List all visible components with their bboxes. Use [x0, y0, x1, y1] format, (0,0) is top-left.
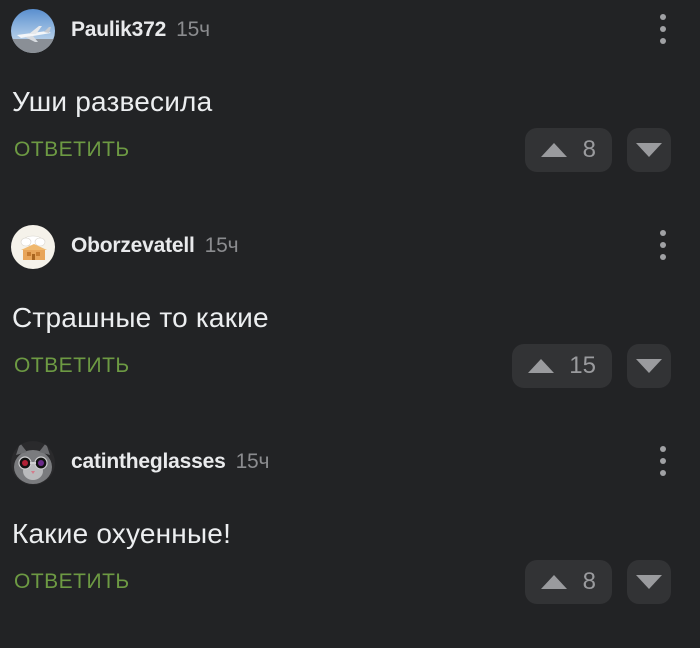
reply-button[interactable]: ОТВЕТИТЬ [14, 352, 130, 380]
username-text[interactable]: Paulik372 [71, 18, 166, 41]
reply-button[interactable]: ОТВЕТИТЬ [14, 136, 130, 164]
comment-text: Какие охуенные! [12, 518, 232, 549]
comment-text: Страшные то какие [12, 302, 269, 333]
arrow-down-icon [636, 575, 662, 589]
comment-text: Уши развесила [12, 86, 213, 117]
comment-time: 15ч [176, 18, 210, 41]
arrow-up-icon [541, 575, 567, 589]
more-options-icon[interactable] [652, 444, 674, 478]
comment-time: 15ч [235, 450, 270, 473]
more-options-icon[interactable] [652, 12, 674, 46]
username-text[interactable]: Oborzevatell [71, 234, 195, 257]
username[interactable]: catintheglasses 15ч [71, 448, 269, 476]
username[interactable]: Paulik372 15ч [71, 16, 210, 44]
arrow-up-icon [528, 359, 554, 373]
upvote-button[interactable]: 8 [525, 128, 612, 172]
comment: catintheglasses 15ч Какие охуенные! ОТВЕТ… [0, 432, 700, 648]
arrow-down-icon [636, 359, 662, 373]
username[interactable]: Oborzevatell 15ч [71, 232, 239, 260]
downvote-button[interactable] [627, 344, 671, 388]
username-text[interactable]: catintheglasses [71, 450, 226, 473]
downvote-button[interactable] [627, 560, 671, 604]
house-avatar-icon[interactable] [11, 225, 55, 269]
arrow-up-icon [541, 143, 567, 157]
vote-count: 8 [582, 136, 596, 163]
upvote-button[interactable]: 15 [512, 344, 612, 388]
vote-count: 15 [569, 352, 596, 379]
upvote-button[interactable]: 8 [525, 560, 612, 604]
arrow-down-icon [636, 143, 662, 157]
more-options-icon[interactable] [652, 228, 674, 262]
comment: Paulik372 15ч Уши развесила ОТВЕТИТЬ 8 [0, 0, 700, 216]
vote-count: 8 [582, 568, 596, 595]
comment: Oborzevatell 15ч Страшные то какие ОТВЕТИ… [0, 216, 700, 432]
comment-time: 15ч [204, 234, 239, 257]
reply-button[interactable]: ОТВЕТИТЬ [14, 568, 130, 596]
downvote-button[interactable] [627, 128, 671, 172]
cat-glasses-avatar-icon[interactable] [11, 441, 55, 485]
airplane-avatar-icon[interactable] [11, 9, 55, 53]
